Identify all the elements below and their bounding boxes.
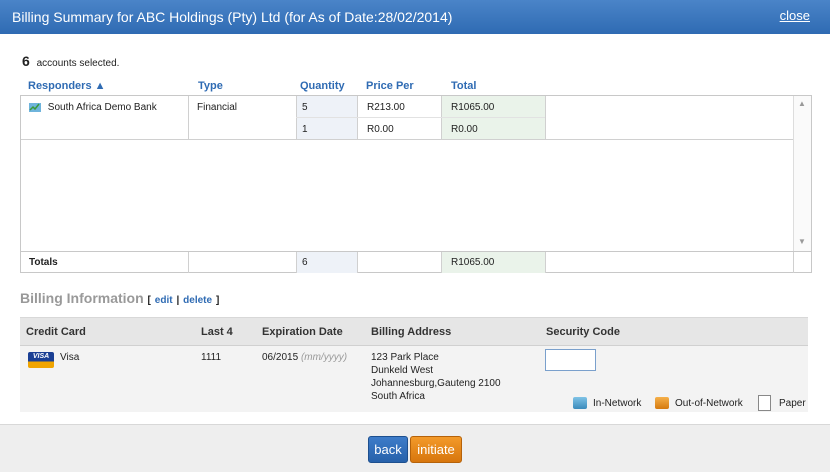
row-divider bbox=[21, 139, 793, 140]
scroll-up-arrow-icon[interactable]: ▲ bbox=[798, 99, 806, 108]
col-divider bbox=[296, 252, 297, 273]
billing-edit-link[interactable]: edit bbox=[155, 295, 173, 306]
out-of-network-icon bbox=[655, 397, 669, 409]
selection-count: 6 accounts selected. bbox=[22, 53, 119, 69]
column-header-credit-card: Credit Card bbox=[26, 326, 86, 338]
column-header-billing-address: Billing Address bbox=[371, 326, 452, 338]
billing-title: Billing Information bbox=[20, 290, 144, 306]
col-divider bbox=[545, 252, 546, 273]
totals-amount: R1065.00 bbox=[451, 257, 495, 268]
column-header-total[interactable]: Total bbox=[451, 80, 476, 92]
totals-quantity: 6 bbox=[302, 257, 308, 268]
card-expiration-hint: (mm/yyyy) bbox=[300, 352, 348, 363]
address-line: Dunkeld West bbox=[371, 365, 434, 376]
card-last4: 1111 bbox=[201, 352, 222, 363]
card-expiration-value: 06/2015 bbox=[262, 352, 299, 363]
column-header-last4: Last 4 bbox=[201, 326, 233, 338]
column-header-quantity[interactable]: Quantity bbox=[300, 80, 345, 92]
line-total: R1065.00 bbox=[451, 102, 495, 113]
column-header-type[interactable]: Type bbox=[198, 80, 223, 92]
billing-information-heading: Billing Information [ edit | delete ] bbox=[20, 290, 219, 306]
initiate-button[interactable]: initiate bbox=[410, 436, 462, 463]
address-line: Johannesburg,Gauteng 2100 bbox=[371, 378, 501, 389]
legend-paper-label: Paper bbox=[779, 398, 806, 409]
in-network-icon bbox=[573, 397, 587, 409]
address-line: South Africa bbox=[371, 391, 425, 402]
billing-address: 123 Park Place Dunkeld West Johannesburg… bbox=[371, 351, 501, 403]
selection-count-number: 6 bbox=[22, 53, 30, 69]
paper-icon bbox=[758, 395, 771, 411]
bracket-close: ] bbox=[215, 295, 220, 306]
column-header-expiration: Expiration Date bbox=[262, 326, 343, 338]
billing-delete-link[interactable]: delete bbox=[183, 295, 212, 306]
column-header-security-code: Security Code bbox=[546, 326, 620, 338]
responder-name: South Africa Demo Bank bbox=[47, 102, 157, 114]
col-divider bbox=[357, 252, 358, 273]
address-line: 123 Park Place bbox=[371, 352, 439, 363]
line-quantity: 1 bbox=[302, 124, 308, 135]
dialog-titlebar: Billing Summary for ABC Holdings (Pty) L… bbox=[0, 0, 830, 34]
line-quantity: 5 bbox=[302, 102, 308, 113]
close-link[interactable]: close bbox=[780, 8, 810, 23]
line-price-per: R213.00 bbox=[367, 102, 405, 113]
selection-count-label: accounts selected. bbox=[36, 58, 120, 69]
col-divider bbox=[188, 96, 189, 139]
col-divider bbox=[793, 252, 794, 273]
legend-in-network-label: In-Network bbox=[593, 398, 642, 409]
column-header-price-per[interactable]: Price Per bbox=[366, 80, 414, 92]
scroll-down-arrow-icon[interactable]: ▼ bbox=[798, 237, 806, 246]
table-scrollbar[interactable]: ▲ ▼ bbox=[793, 96, 811, 251]
totals-row: Totals 6 R1065.00 bbox=[21, 251, 811, 273]
row-separator bbox=[296, 117, 545, 118]
credit-card-header: Credit Card Last 4 Expiration Date Billi… bbox=[20, 318, 808, 346]
col-divider bbox=[188, 252, 189, 273]
card-expiration: 06/2015 (mm/yyyy) bbox=[262, 351, 347, 364]
in-network-icon bbox=[29, 102, 41, 113]
totals-label: Totals bbox=[29, 257, 58, 268]
column-header-responders[interactable]: Responders ▲ bbox=[28, 80, 106, 92]
legend-out-of-network-label: Out-of-Network bbox=[675, 398, 743, 409]
link-separator: | bbox=[176, 295, 180, 306]
back-button[interactable]: back bbox=[368, 436, 408, 463]
col-divider bbox=[545, 96, 546, 139]
card-brand: Visa bbox=[60, 352, 80, 363]
line-total: R0.00 bbox=[451, 124, 478, 135]
table-row[interactable]: South Africa Demo Bank bbox=[29, 102, 157, 113]
responder-type: Financial bbox=[197, 102, 238, 113]
dialog-title: Billing Summary for ABC Holdings (Pty) L… bbox=[12, 9, 453, 25]
security-code-input[interactable] bbox=[545, 349, 596, 371]
visa-card-icon: VISA bbox=[28, 352, 54, 368]
line-price-per: R0.00 bbox=[367, 124, 394, 135]
responders-table: South Africa Demo Bank Financial 5 R213.… bbox=[20, 95, 812, 273]
col-divider bbox=[441, 252, 442, 273]
dialog-footer: back initiate bbox=[0, 424, 830, 472]
bracket-open: [ bbox=[147, 295, 151, 306]
